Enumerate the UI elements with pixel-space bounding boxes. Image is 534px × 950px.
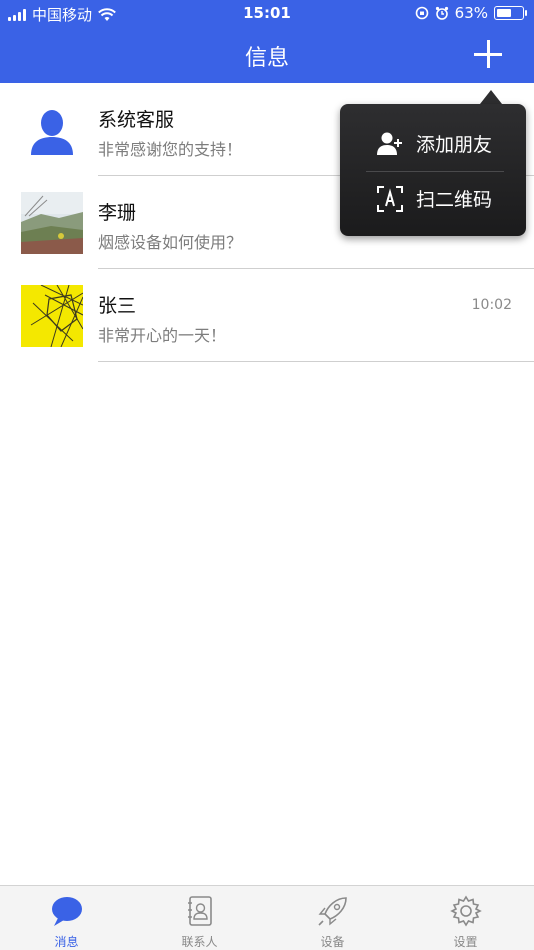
tab-label: 设置 [453, 935, 478, 949]
tab-messages[interactable]: 消息 [0, 886, 133, 950]
tab-contacts[interactable]: 联系人 [133, 886, 266, 950]
status-bar: 中国移动 15:01 63% [0, 0, 534, 28]
tab-settings[interactable]: 设置 [399, 886, 532, 950]
menu-item-label: 添加朋友 [416, 134, 493, 156]
contact-name: 李珊 [98, 202, 137, 224]
menu-item-label: 扫二维码 [416, 189, 493, 211]
message-preview: 非常感谢您的支持！ [98, 140, 243, 159]
battery-icon [494, 6, 527, 20]
message-time: 10:02 [471, 297, 512, 313]
avatar [21, 192, 83, 254]
tab-bar: 消息 联系人 设备 设置 [0, 885, 534, 950]
person-silhouette-icon [21, 99, 83, 161]
tab-devices[interactable]: 设备 [266, 886, 399, 950]
contact-name: 张三 [98, 295, 137, 317]
avatar [21, 99, 83, 161]
avatar [21, 285, 83, 347]
gear-icon [449, 895, 482, 927]
message-preview: 非常开心的一天！ [98, 326, 227, 345]
tab-label: 设备 [320, 935, 345, 949]
add-button[interactable] [472, 38, 504, 70]
message-bubble-icon [51, 897, 82, 926]
page-title: 信息 [244, 46, 289, 71]
contact-name: 系统客服 [98, 109, 175, 131]
yellow-wire-photo [21, 285, 83, 347]
tab-label: 消息 [54, 935, 79, 949]
header-bar: 中国移动 15:01 63% 信息 [0, 0, 534, 83]
scan-qr-icon [377, 186, 403, 212]
battery-percent: 63% [454, 4, 488, 22]
popup-arrow [480, 90, 502, 104]
row-divider [98, 361, 534, 362]
message-preview: 烟感设备如何使用？ [98, 233, 243, 252]
add-friend-icon [377, 132, 402, 155]
menu-item-add-friend[interactable]: 添加朋友 [340, 116, 526, 171]
conversation-row-zhangsan[interactable]: 张三 非常开心的一天！ 10:02 [0, 269, 534, 362]
tab-label: 联系人 [181, 935, 218, 949]
menu-item-scan-qr[interactable]: 扫二维码 [340, 171, 526, 226]
popup-menu: 添加朋友 扫二维码 [340, 104, 526, 236]
alarm-icon [435, 6, 448, 20]
rocket-icon [317, 897, 347, 926]
contacts-book-icon [187, 896, 212, 926]
landscape-photo [21, 192, 83, 254]
rotation-lock-icon [415, 6, 428, 20]
